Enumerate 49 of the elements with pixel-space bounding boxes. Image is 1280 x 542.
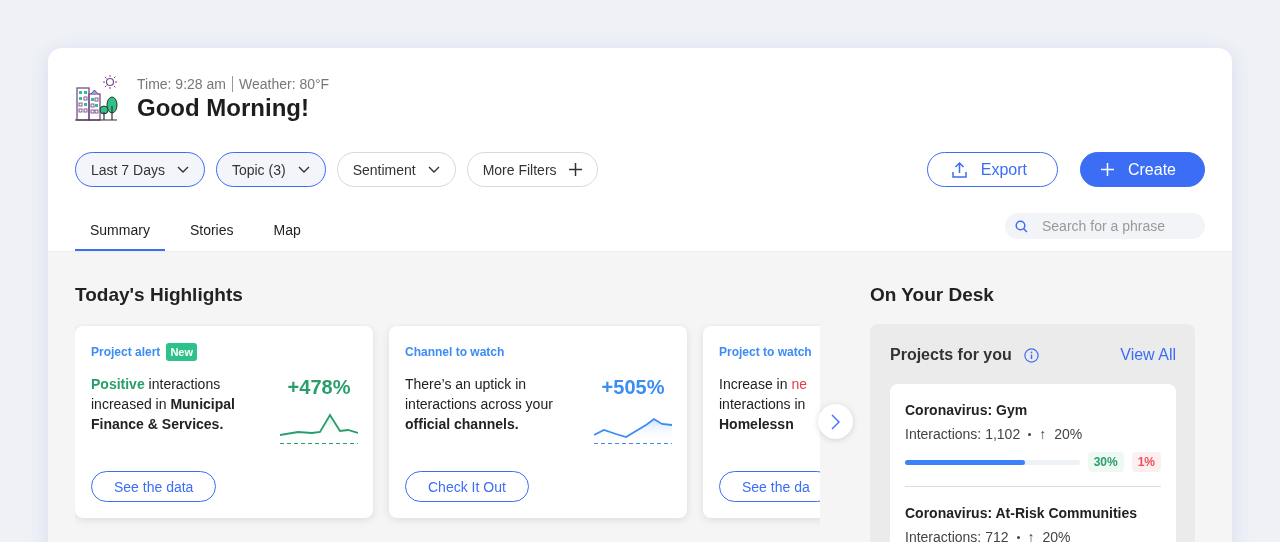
filter-button[interactable]: More Filters [466, 152, 598, 187]
plus-icon [568, 163, 582, 176]
trend-percent: 20% [1054, 426, 1083, 442]
plus-icon [1100, 163, 1114, 176]
change-percent: +505% [601, 376, 665, 399]
project-name: Coronavirus: Gym [905, 402, 1029, 418]
city-buildings-drawing [75, 74, 119, 122]
filter-button[interactable]: Topic (3) [215, 152, 326, 187]
interactions-count: Interactions: 1,102 [905, 426, 1021, 442]
info-icon[interactable] [1023, 347, 1039, 363]
section-title: On Your Desk [870, 284, 995, 306]
highlight-text: There’s an uptick in interactions across your official channels. [405, 375, 553, 434]
tab[interactable]: Map [258, 211, 316, 251]
view-all-link[interactable]: View All [1120, 346, 1176, 364]
search-icon [1015, 219, 1028, 233]
card-action-button[interactable]: Check It Out [405, 471, 529, 502]
trend-arrow-text: ↑ [1027, 529, 1035, 542]
card-category: Project alert [91, 345, 161, 359]
card-category: Project to watch [719, 345, 812, 359]
time-text: Time: 9:28 am [137, 76, 226, 92]
card-action-button[interactable]: See the da [719, 471, 820, 502]
greeting-heading: Good Morning! [137, 94, 310, 122]
export-button[interactable]: Export [926, 152, 1058, 187]
chevron-right-icon [831, 413, 840, 430]
change-percent: +478% [287, 376, 351, 399]
section-title: Today's Highlights [75, 284, 244, 306]
filter-button[interactable]: Last 7 Days [75, 152, 205, 187]
chevron-down-icon [427, 165, 440, 174]
chevron-down-icon [297, 165, 310, 174]
create-button[interactable]: Create [1079, 152, 1205, 187]
trend-arrow-text: ↑ [1039, 426, 1047, 442]
next-button[interactable] [818, 404, 853, 439]
positive-percent-tag: 30% [1087, 452, 1124, 472]
tab[interactable]: Stories [174, 211, 249, 251]
card-action-button[interactable]: See the data [91, 471, 217, 502]
negative-percent-tag: 1% [1131, 452, 1161, 472]
filter-button[interactable]: Sentiment [336, 152, 456, 187]
weather-text: Weather: 80°F [238, 76, 330, 92]
chevron-down-icon [176, 165, 189, 174]
project-name: Coronavirus: At-Risk Communities [905, 505, 1139, 521]
new-badge: New [166, 343, 197, 361]
highlight-text: Increase in ne interactions in Homelessn [719, 375, 807, 434]
upload-icon [951, 161, 967, 178]
highlight-text: Positive interactions increased in Municipal Finance & Services. [91, 375, 235, 434]
trend-percent: 20% [1042, 529, 1071, 542]
search-field[interactable]: Search for a phrase [1005, 213, 1205, 239]
panel-title: Projects for you [890, 346, 1012, 364]
card-category: Channel to watch [405, 345, 505, 359]
interactions-count: Interactions: 712 [905, 529, 1009, 542]
